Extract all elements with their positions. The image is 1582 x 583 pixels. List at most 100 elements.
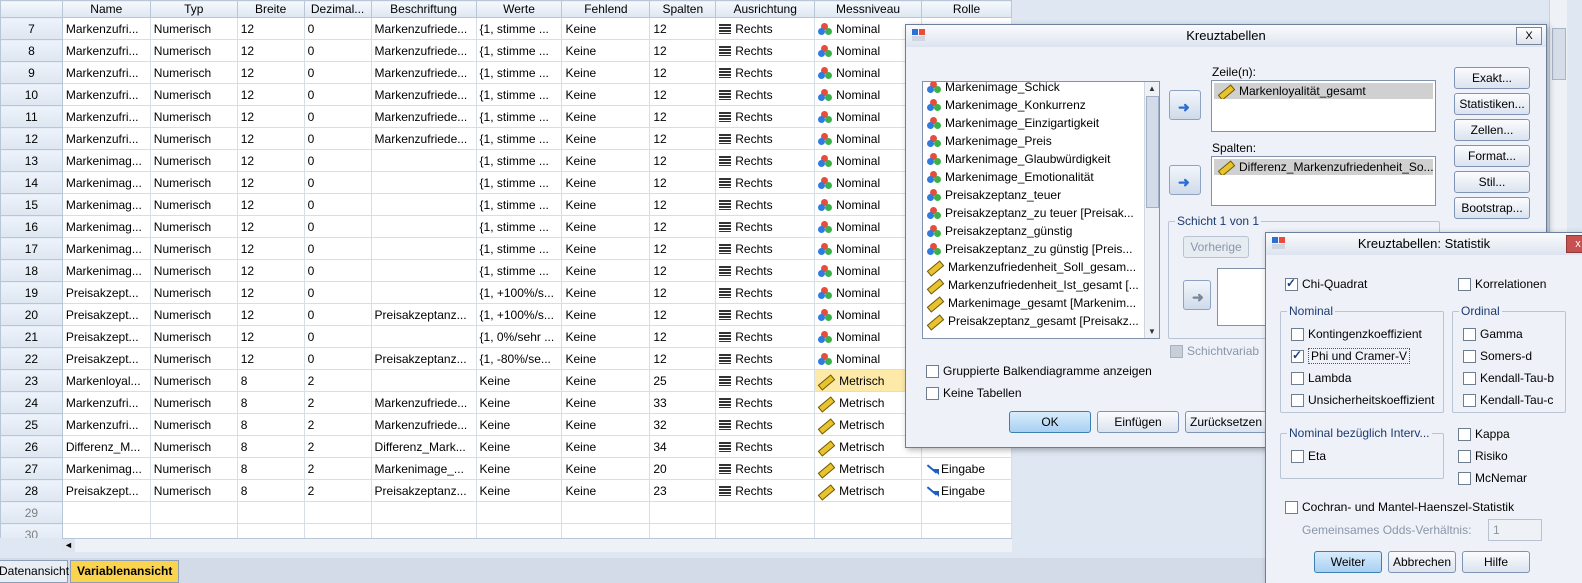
cell-fehl[interactable]: Keine <box>561 127 651 150</box>
crosstabs-titlebar[interactable]: Kreuztabellen <box>906 25 1546 47</box>
scroll-left-icon[interactable]: ◄ <box>62 539 75 552</box>
cell-name[interactable]: Markenloyal... <box>61 369 151 392</box>
empty-cell[interactable] <box>370 501 477 524</box>
cell-ausr[interactable]: Rechts <box>715 193 816 216</box>
cell-ausr[interactable]: Rechts <box>715 391 816 414</box>
cell-typ[interactable]: Numerisch <box>149 39 238 62</box>
cell-spalten[interactable]: 12 <box>649 215 717 238</box>
row-number[interactable]: 26 <box>0 435 63 458</box>
cell-breite[interactable]: 12 <box>236 83 305 106</box>
row-number[interactable]: 18 <box>0 259 63 282</box>
cell-spalten[interactable]: 12 <box>649 281 717 304</box>
continue-button[interactable]: Weiter <box>1314 551 1382 573</box>
empty-cell[interactable] <box>370 523 477 538</box>
cell-besch[interactable]: Markenzufriede... <box>370 127 477 150</box>
row-number[interactable]: 7 <box>0 17 63 40</box>
cell-spalten[interactable]: 12 <box>649 17 717 40</box>
cell-dez[interactable]: 0 <box>303 347 372 370</box>
cell-fehl[interactable]: Keine <box>561 17 651 40</box>
cell-name[interactable]: Markenzufri... <box>61 17 151 40</box>
empty-cell[interactable] <box>814 523 922 538</box>
cell-fehl[interactable]: Keine <box>561 259 651 282</box>
cell-typ[interactable]: Numerisch <box>149 259 238 282</box>
odds-ratio-input[interactable]: 1 <box>1488 519 1542 541</box>
cell-ausr[interactable]: Rechts <box>715 105 816 128</box>
cell-besch[interactable]: Markenzufriede... <box>370 391 477 414</box>
cell-werte[interactable]: {1, stimme ... <box>475 171 563 194</box>
row-number[interactable]: 16 <box>0 215 63 238</box>
cell-spalten[interactable]: 12 <box>649 149 717 172</box>
cell-name[interactable]: Markenzufri... <box>61 39 151 62</box>
empty-cell[interactable] <box>715 523 816 538</box>
column-header[interactable]: Messniveau <box>814 0 922 18</box>
cell-besch[interactable] <box>370 171 477 194</box>
cell-breite[interactable]: 12 <box>236 215 305 238</box>
cell-breite[interactable]: 12 <box>236 17 305 40</box>
column-header[interactable]: Werte <box>475 0 563 18</box>
cell-breite[interactable]: 12 <box>236 61 305 84</box>
row-number[interactable]: 11 <box>0 105 63 128</box>
cell-dez[interactable]: 0 <box>303 83 372 106</box>
cell-dez[interactable]: 2 <box>303 479 372 502</box>
cell-breite[interactable]: 12 <box>236 303 305 326</box>
eta-checkbox[interactable] <box>1291 450 1304 463</box>
move-to-layer-button[interactable]: ➜ <box>1183 280 1211 310</box>
cell-typ[interactable]: Numerisch <box>149 325 238 348</box>
risk-checkbox[interactable] <box>1458 450 1471 463</box>
column-header[interactable] <box>0 0 63 18</box>
row-number[interactable]: 10 <box>0 83 63 106</box>
cell-spalten[interactable]: 20 <box>649 457 717 480</box>
cell-breite[interactable]: 12 <box>236 127 305 150</box>
cell-besch[interactable]: Differenz_Mark... <box>370 435 477 458</box>
cell-besch[interactable]: Markenzufriede... <box>370 39 477 62</box>
cell-ausr[interactable]: Rechts <box>715 325 816 348</box>
cell-werte[interactable]: Keine <box>475 413 563 436</box>
cell-besch[interactable]: Preisakzeptanz... <box>370 479 477 502</box>
cell-typ[interactable]: Numerisch <box>149 193 238 216</box>
empty-cell[interactable] <box>475 501 563 524</box>
cell-werte[interactable]: Keine <box>475 479 563 502</box>
cancel-button[interactable]: Abbrechen <box>1388 551 1456 573</box>
kendall-tau-b-checkbox[interactable] <box>1463 372 1476 385</box>
empty-cell[interactable] <box>649 523 717 538</box>
cell-besch[interactable] <box>370 369 477 392</box>
cell-fehl[interactable]: Keine <box>561 83 651 106</box>
list-item[interactable]: Markenzufriedenheit_Soll_gesam... <box>923 258 1145 277</box>
cell-dez[interactable]: 0 <box>303 303 372 326</box>
cell-besch[interactable]: Markenzufriede... <box>370 83 477 106</box>
cell-ausr[interactable]: Rechts <box>715 83 816 106</box>
row-number[interactable]: 24 <box>0 391 63 414</box>
cell-werte[interactable]: {1, +100%/s... <box>475 281 563 304</box>
cell-werte[interactable]: {1, stimme ... <box>475 105 563 128</box>
cell-dez[interactable]: 0 <box>303 17 372 40</box>
cell-werte[interactable]: {1, +100%/s... <box>475 303 563 326</box>
cell-spalten[interactable]: 12 <box>649 39 717 62</box>
cell-ausr[interactable]: Rechts <box>715 479 816 502</box>
horizontal-scrollbar[interactable]: ◄ <box>62 538 1012 552</box>
insert-button[interactable]: Einfügen <box>1097 411 1179 433</box>
cell-werte[interactable]: {1, -80%/se... <box>475 347 563 370</box>
cell-typ[interactable]: Numerisch <box>149 17 238 40</box>
row-number[interactable]: 25 <box>0 413 63 436</box>
cell-fehl[interactable]: Keine <box>561 149 651 172</box>
cell-besch[interactable] <box>370 215 477 238</box>
cell-spalten[interactable]: 12 <box>649 171 717 194</box>
cell-spalten[interactable]: 12 <box>649 61 717 84</box>
scroll-thumb[interactable] <box>1552 28 1566 80</box>
source-list-scrollbar[interactable]: ▲ ▼ <box>1144 82 1159 338</box>
cell-name[interactable]: Markenzufri... <box>61 61 151 84</box>
contingency-coefficient-checkbox[interactable] <box>1291 328 1304 341</box>
mcnemar-checkbox[interactable] <box>1458 472 1471 485</box>
cell-dez[interactable]: 2 <box>303 391 372 414</box>
cell-name[interactable]: Preisakzept... <box>61 325 151 348</box>
cell-werte[interactable]: {1, stimme ... <box>475 149 563 172</box>
cell-dez[interactable]: 0 <box>303 237 372 260</box>
cell-spalten[interactable]: 33 <box>649 391 717 414</box>
cell-breite[interactable]: 8 <box>236 435 305 458</box>
scroll-down-icon[interactable]: ▼ <box>1145 325 1159 338</box>
help-button[interactable]: Hilfe <box>1462 551 1530 573</box>
cell-ausr[interactable]: Rechts <box>715 171 816 194</box>
empty-cell[interactable] <box>715 501 816 524</box>
cell-werte[interactable]: Keine <box>475 457 563 480</box>
cell-typ[interactable]: Numerisch <box>149 281 238 304</box>
